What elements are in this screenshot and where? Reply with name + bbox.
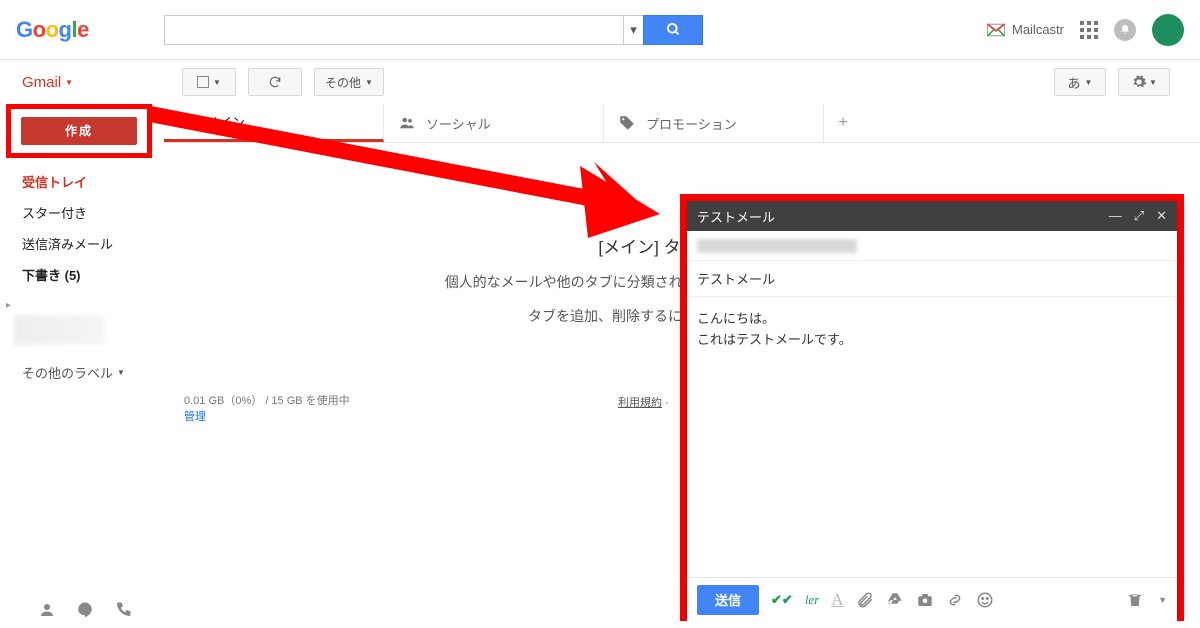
expand-icon[interactable]: ⤢ (1134, 208, 1144, 224)
checkbox-icon (197, 76, 209, 88)
more-dropdown[interactable]: その他 ▼ (314, 68, 384, 96)
hangouts-icon[interactable] (76, 601, 94, 622)
tab-promotions-label: プロモーション (646, 114, 737, 133)
compose-body-line: こんにちは。 (697, 309, 1167, 330)
compose-toolbar: 送信 ✔✔ ler A ▼ (687, 577, 1177, 621)
more-options-icon[interactable]: ▼ (1158, 591, 1167, 609)
tab-add-button[interactable]: + (824, 104, 862, 142)
sidebar-item-starred[interactable]: スター付き (22, 197, 152, 228)
storage-info: 0.01 GB（0%） / 15 GB を使用中 管理 (184, 392, 350, 424)
compose-header[interactable]: テストメール — ⤢ ✕ (687, 201, 1177, 231)
emoji-icon[interactable] (976, 591, 994, 609)
app-header: Google ▾ Mailcastr (0, 0, 1200, 60)
sidebar-item-inbox[interactable]: 受信トレイ (22, 166, 152, 197)
compose-body-line: これはテストメールです。 (697, 330, 1167, 351)
settings-button[interactable]: ▼ (1118, 68, 1170, 96)
link-icon[interactable] (946, 591, 964, 609)
gmail-label-text: Gmail (22, 74, 61, 91)
signature-icon[interactable]: ler (805, 592, 819, 608)
inbox-icon (178, 113, 196, 131)
caret-down-icon: ▼ (65, 78, 73, 87)
contacts-icon[interactable] (38, 601, 56, 622)
compose-to-field[interactable] (687, 231, 1177, 261)
compose-body[interactable]: こんにちは。 これはテストメールです。 (687, 297, 1177, 577)
camera-icon[interactable] (916, 591, 934, 609)
sidebar: 作成 受信トレイ スター付き 送信済みメール 下書き (5) ▸ その他のラベル… (0, 104, 164, 382)
gmail-sidebar-heading: Gmail ▼ (0, 74, 164, 91)
format-icon[interactable]: A (831, 590, 843, 610)
compose-subject-text: テストメール (697, 269, 775, 288)
compose-window: テストメール — ⤢ ✕ テストメール こんにちは。 これはテストメールです。 … (687, 201, 1177, 621)
tab-social[interactable]: ソーシャル (384, 104, 604, 142)
compose-window-controls: — ⤢ ✕ (1109, 208, 1167, 224)
compose-highlight-box: テストメール — ⤢ ✕ テストメール こんにちは。 これはテストメールです。 … (680, 194, 1184, 628)
storage-text: 0.01 GB（0%） / 15 GB を使用中 (184, 395, 350, 407)
notifications-icon[interactable] (1114, 19, 1136, 41)
trash-icon[interactable] (1126, 591, 1144, 609)
attach-icon[interactable] (856, 591, 874, 609)
close-icon[interactable]: ✕ (1156, 208, 1167, 224)
sidebar-blurred-item (14, 315, 104, 345)
apps-menu-icon[interactable] (1080, 21, 1098, 39)
mail-toolbar: ▼ その他 ▼ (164, 68, 384, 96)
sidebar-more-labels-text: その他のラベル (22, 363, 113, 382)
header-right: Mailcastr (986, 14, 1184, 46)
google-logo[interactable]: Google (16, 19, 158, 41)
tag-icon (618, 114, 636, 132)
drive-icon[interactable] (886, 591, 904, 609)
mailcastr-label: Mailcastr (1012, 22, 1064, 37)
check-icon[interactable]: ✔✔ (771, 592, 793, 608)
hangouts-footer (38, 601, 132, 622)
sidebar-item-sent[interactable]: 送信済みメール (22, 228, 152, 259)
mailcastr-link[interactable]: Mailcastr (986, 22, 1064, 38)
language-button[interactable]: あ ▼ (1054, 68, 1106, 96)
terms-link[interactable]: 利用規約 (618, 397, 662, 409)
more-label: その他 (325, 74, 361, 91)
refresh-button[interactable] (248, 68, 302, 96)
tab-promotions[interactable]: プロモーション (604, 104, 824, 142)
compose-subject-field[interactable]: テストメール (687, 261, 1177, 297)
topbar: Gmail ▼ ▼ その他 ▼ あ ▼ ▼ (0, 60, 1200, 104)
language-label: あ (1068, 73, 1081, 92)
compose-header-title: テストメール (697, 207, 775, 226)
search-container: ▾ (164, 15, 703, 45)
caret-down-icon: ▼ (117, 368, 125, 377)
category-tabs: メイン ソーシャル プロモーション + (164, 104, 1200, 143)
minimize-icon[interactable]: — (1109, 208, 1122, 224)
mailcastr-icon (986, 22, 1006, 38)
select-all-checkbox[interactable]: ▼ (182, 68, 236, 96)
search-dropdown-caret-icon[interactable]: ▾ (623, 16, 643, 44)
search-icon (666, 22, 681, 37)
right-toolbar: あ ▼ ▼ (1054, 68, 1200, 96)
storage-manage-link[interactable]: 管理 (184, 411, 206, 423)
refresh-icon (268, 75, 282, 89)
account-avatar[interactable] (1152, 14, 1184, 46)
search-button[interactable] (643, 15, 703, 45)
gear-icon (1131, 74, 1147, 90)
tab-social-label: ソーシャル (426, 114, 491, 133)
compose-button[interactable]: 作成 (21, 117, 137, 145)
tab-primary-label: メイン (206, 112, 245, 131)
phone-icon[interactable] (114, 601, 132, 622)
sidebar-item-drafts[interactable]: 下書き (5) (22, 259, 152, 290)
footer-terms: 利用規約 · (618, 394, 669, 410)
sidebar-nav: 受信トレイ スター付き 送信済みメール 下書き (5) (0, 162, 152, 300)
gmail-dropdown[interactable]: Gmail ▼ (22, 74, 73, 91)
compose-highlight: 作成 (6, 104, 152, 158)
search-input[interactable]: ▾ (164, 15, 644, 45)
people-icon (398, 114, 416, 132)
compose-to-blurred (697, 239, 857, 253)
send-button[interactable]: 送信 (697, 585, 759, 615)
sidebar-more-labels[interactable]: その他のラベル ▼ (0, 349, 152, 382)
tab-primary[interactable]: メイン (164, 104, 384, 142)
